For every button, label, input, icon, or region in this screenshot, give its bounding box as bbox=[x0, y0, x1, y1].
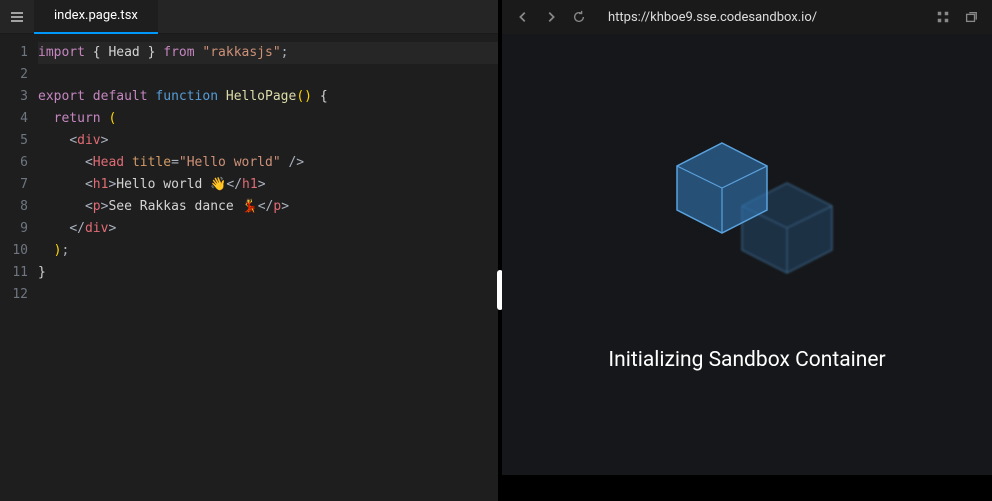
preview-pane: https://khboe9.sse.codesandbox.io/ bbox=[502, 0, 992, 501]
loading-status-text: Initializing Sandbox Container bbox=[608, 348, 885, 372]
line-number: 9 bbox=[0, 218, 28, 240]
toolbar-button-1[interactable] bbox=[930, 4, 956, 30]
line-number: 2 bbox=[0, 64, 28, 86]
code-line bbox=[38, 64, 498, 86]
code-editor[interactable]: 123456789101112 import { Head } from "ra… bbox=[0, 34, 498, 501]
line-number: 3 bbox=[0, 86, 28, 108]
code-line: <p>See Rakkas dance 💃</p> bbox=[38, 196, 498, 218]
hamburger-icon bbox=[9, 9, 25, 25]
nav-forward-button[interactable] bbox=[538, 4, 564, 30]
editor-tabs: index.page.tsx bbox=[0, 0, 498, 34]
loading-cubes bbox=[642, 138, 852, 298]
editor-tab-active[interactable]: index.page.tsx bbox=[34, 0, 158, 34]
line-number: 10 bbox=[0, 240, 28, 262]
editor-pane: index.page.tsx 123456789101112 import { … bbox=[0, 0, 498, 501]
line-number: 6 bbox=[0, 152, 28, 174]
code-line: ); bbox=[38, 240, 498, 262]
code-line: export default function HelloPage() { bbox=[38, 86, 498, 108]
chevron-left-icon bbox=[516, 10, 530, 24]
line-number: 7 bbox=[0, 174, 28, 196]
reload-icon bbox=[572, 10, 586, 24]
menu-button[interactable] bbox=[0, 0, 34, 34]
code-line: return ( bbox=[38, 108, 498, 130]
code-line: <div> bbox=[38, 130, 498, 152]
nav-reload-button[interactable] bbox=[566, 4, 592, 30]
preview-viewport: Initializing Sandbox Container bbox=[502, 34, 992, 475]
line-gutter: 123456789101112 bbox=[0, 42, 38, 501]
open-window-button[interactable] bbox=[958, 4, 984, 30]
line-number: 4 bbox=[0, 108, 28, 130]
nav-back-button[interactable] bbox=[510, 4, 536, 30]
url-text: https://khboe9.sse.codesandbox.io/ bbox=[608, 10, 817, 25]
code-line: <h1>Hello world 👋</h1> bbox=[38, 174, 498, 196]
grid-icon bbox=[936, 10, 950, 24]
url-input[interactable]: https://khboe9.sse.codesandbox.io/ bbox=[602, 6, 920, 29]
code-line: } bbox=[38, 262, 498, 284]
code-line: import { Head } from "rakkasjs"; bbox=[38, 42, 498, 64]
line-number: 1 bbox=[0, 42, 28, 64]
tab-label: index.page.tsx bbox=[54, 8, 138, 23]
line-number: 8 bbox=[0, 196, 28, 218]
code-line: </div> bbox=[38, 218, 498, 240]
open-window-icon bbox=[964, 10, 978, 24]
chevron-right-icon bbox=[544, 10, 558, 24]
line-number: 5 bbox=[0, 130, 28, 152]
browser-toolbar: https://khboe9.sse.codesandbox.io/ bbox=[502, 0, 992, 34]
code-line: <Head title="Hello world" /> bbox=[38, 152, 498, 174]
code-content: import { Head } from "rakkasjs"; export … bbox=[38, 42, 498, 501]
cube-icon bbox=[672, 138, 772, 238]
line-number: 11 bbox=[0, 262, 28, 284]
line-number: 12 bbox=[0, 284, 28, 306]
preview-bottom-bar bbox=[502, 475, 992, 501]
code-line bbox=[38, 284, 498, 306]
